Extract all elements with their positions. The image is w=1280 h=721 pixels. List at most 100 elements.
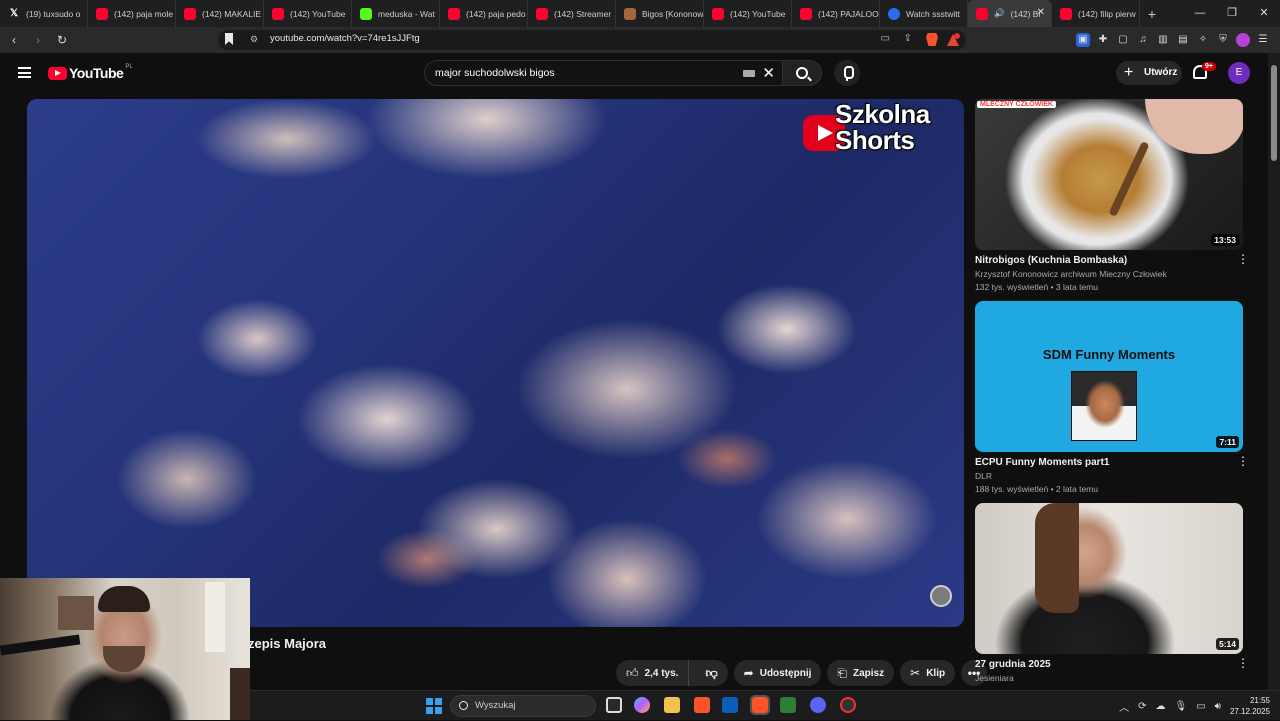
file-explorer-icon[interactable] (664, 697, 680, 713)
search-input[interactable]: major suchodolwski bigos ✕ (424, 60, 784, 86)
taskbar-search[interactable]: Wyszukaj (450, 695, 596, 717)
menu-icon[interactable]: ☰ (1256, 33, 1270, 47)
vpn-icon[interactable]: ⛨ (1216, 33, 1230, 47)
site-info-icon[interactable]: ⚙ (250, 34, 258, 45)
video-thumbnail[interactable]: 5:14 (975, 503, 1243, 654)
browser-tab[interactable]: Watch ssstwitt (880, 0, 968, 27)
new-tab-button[interactable]: + (1140, 6, 1164, 22)
page-scrollbar[interactable] (1268, 53, 1280, 690)
extension-icon[interactable]: ▣ (1076, 33, 1090, 47)
reload-button[interactable]: ↻ (52, 30, 72, 50)
share-button[interactable]: ➦ Udostępnij (733, 660, 822, 686)
share-arrow-icon: ➦ (743, 666, 754, 680)
browser-tab[interactable]: (142) Streamer (528, 0, 616, 27)
browser-tab[interactable]: (142) MAKALIE (176, 0, 264, 27)
share-icon[interactable]: ⇪ (904, 33, 912, 44)
wallet-icon[interactable]: ▤ (1176, 33, 1190, 47)
video-player[interactable]: Szkolna Shorts (27, 99, 964, 627)
channel-name[interactable]: DLR (975, 471, 1235, 481)
screenshot-icon[interactable]: ▢ (1116, 33, 1130, 47)
brave-active-icon[interactable] (750, 695, 770, 715)
keyboard-icon[interactable] (743, 70, 755, 77)
browser-tab[interactable]: meduska - Wat (352, 0, 440, 27)
webcam-fridge (205, 582, 225, 652)
streamer-webcam (0, 578, 250, 720)
clear-search-icon[interactable]: ✕ (762, 64, 775, 82)
avatar[interactable]: E (1228, 62, 1250, 84)
cloud-icon[interactable]: ☁ (1155, 701, 1165, 712)
music-icon[interactable]: ♫ (1136, 33, 1150, 47)
maximize-button[interactable]: ❐ (1216, 0, 1248, 27)
more-vertical-icon[interactable]: ⋮ (1237, 657, 1249, 675)
back-button[interactable]: ‹ (4, 30, 24, 50)
url-text[interactable]: youtube.com/watch?v=74re1sJJFtg (270, 33, 420, 44)
sidebar-icon[interactable]: ▥ (1156, 33, 1170, 47)
search-button[interactable] (782, 60, 822, 86)
voice-search-button[interactable] (834, 60, 860, 86)
browser-tab[interactable]: (142) filip pierw (1052, 0, 1140, 27)
leo-ai-icon[interactable]: ✧ (1196, 33, 1210, 47)
terminal-icon[interactable] (780, 697, 796, 713)
youtube-logo[interactable]: YouTube PL (48, 64, 133, 81)
clip-button[interactable]: ✂ Klip (900, 660, 956, 686)
search-icon (796, 67, 808, 79)
like-dislike-group: 👍︎ 2,4 tys. 👎︎ (616, 660, 728, 686)
speaker-icon[interactable]: 🔊︎ (1215, 701, 1221, 712)
brave-browser-icon[interactable] (694, 697, 710, 713)
sync-icon[interactable]: ⟳ (1138, 701, 1146, 712)
dislike-button[interactable]: 👎︎ (695, 666, 727, 681)
forward-button[interactable]: › (28, 30, 48, 50)
store-icon[interactable] (722, 697, 738, 713)
brave-shields-icon[interactable] (926, 33, 938, 46)
address-bar[interactable]: ⚙ youtube.com/watch?v=74re1sJJFtg ▭ ⇪ (218, 30, 966, 50)
microphone-icon[interactable]: 🎙︎ (1174, 701, 1187, 712)
related-video-card[interactable]: MLECZNY CZŁOWIEK 13:53 Nitrobigos (Kuchn… (975, 99, 1249, 301)
browser-tab[interactable]: (142) paja pedo (440, 0, 528, 27)
windows-start-icon[interactable] (426, 698, 442, 714)
obs-icon[interactable] (840, 697, 856, 713)
bookmark-icon[interactable] (225, 33, 233, 45)
create-button[interactable]: + Utwórz (1116, 61, 1182, 85)
channel-name[interactable]: Krzysztof Kononowicz archiwum Mieczny Cz… (975, 269, 1235, 279)
video-title[interactable]: 27 grudnia 2025 (975, 658, 1235, 671)
profile-icon[interactable] (1236, 33, 1250, 47)
related-video-card[interactable]: SDM Funny Moments 7:11 ECPU Funny Moment… (975, 301, 1249, 503)
save-button[interactable]: ⎗ Zapisz (827, 660, 895, 686)
browser-tab[interactable]: (142) paja mole (88, 0, 176, 27)
video-thumbnail[interactable]: SDM Funny Moments 7:11 (975, 301, 1243, 452)
cast-icon[interactable]: ▭ (881, 33, 890, 44)
youtube-play-icon (48, 66, 67, 80)
scrollbar-thumb[interactable] (1271, 65, 1277, 161)
channel-name[interactable]: Jesieniara (975, 673, 1235, 683)
close-icon[interactable]: ✕ (1037, 7, 1045, 18)
browser-tab[interactable]: (142) YouTube (264, 0, 352, 27)
youtube-icon (976, 7, 988, 20)
more-vertical-icon[interactable]: ⋮ (1237, 253, 1249, 271)
video-title[interactable]: Nitrobigos (Kuchnia Bombaska) (975, 254, 1235, 267)
youtube-icon (800, 7, 812, 20)
hamburger-menu-icon[interactable] (18, 67, 31, 78)
taskbar-clock[interactable]: 21:55 27.12.2025 (1230, 695, 1270, 717)
monitor-icon[interactable]: ▭ (1196, 701, 1205, 712)
video-stats: 188 tys. wyświetleń • 2 lata temu (975, 484, 1098, 494)
copilot-icon[interactable] (634, 697, 650, 713)
brave-rewards-icon[interactable] (946, 33, 960, 47)
chevron-up-icon[interactable]: ︿ (1119, 699, 1129, 714)
video-title[interactable]: ECPU Funny Moments part1 (975, 456, 1235, 469)
related-videos: MLECZNY CZŁOWIEK 13:53 Nitrobigos (Kuchn… (975, 99, 1249, 705)
close-window-button[interactable]: ✕ (1248, 0, 1280, 27)
related-video-card[interactable]: 5:14 27 grudnia 2025 Jesieniara ⋮ (975, 503, 1249, 705)
browser-tab-active[interactable]: 🔊 (142) Bi ✕ (968, 0, 1052, 27)
video-thumbnail[interactable]: MLECZNY CZŁOWIEK 13:53 (975, 99, 1243, 250)
like-button[interactable]: 👍︎ 2,4 tys. (616, 660, 690, 686)
more-vertical-icon[interactable]: ⋮ (1237, 455, 1249, 473)
minimize-button[interactable]: — (1184, 0, 1216, 27)
speaker-icon: 🔊 (994, 8, 1005, 18)
discord-icon[interactable] (810, 697, 826, 713)
browser-tab[interactable]: Bigos [Kononow (616, 0, 704, 27)
browser-tab[interactable]: 𝕏 (19) tuxsudo o (0, 0, 88, 27)
browser-tab[interactable]: (142) YouTube (704, 0, 792, 27)
puzzle-icon[interactable]: ✚ (1096, 33, 1110, 47)
browser-tab[interactable]: (142) PAJALOO (792, 0, 880, 27)
task-view-icon[interactable] (606, 697, 622, 713)
